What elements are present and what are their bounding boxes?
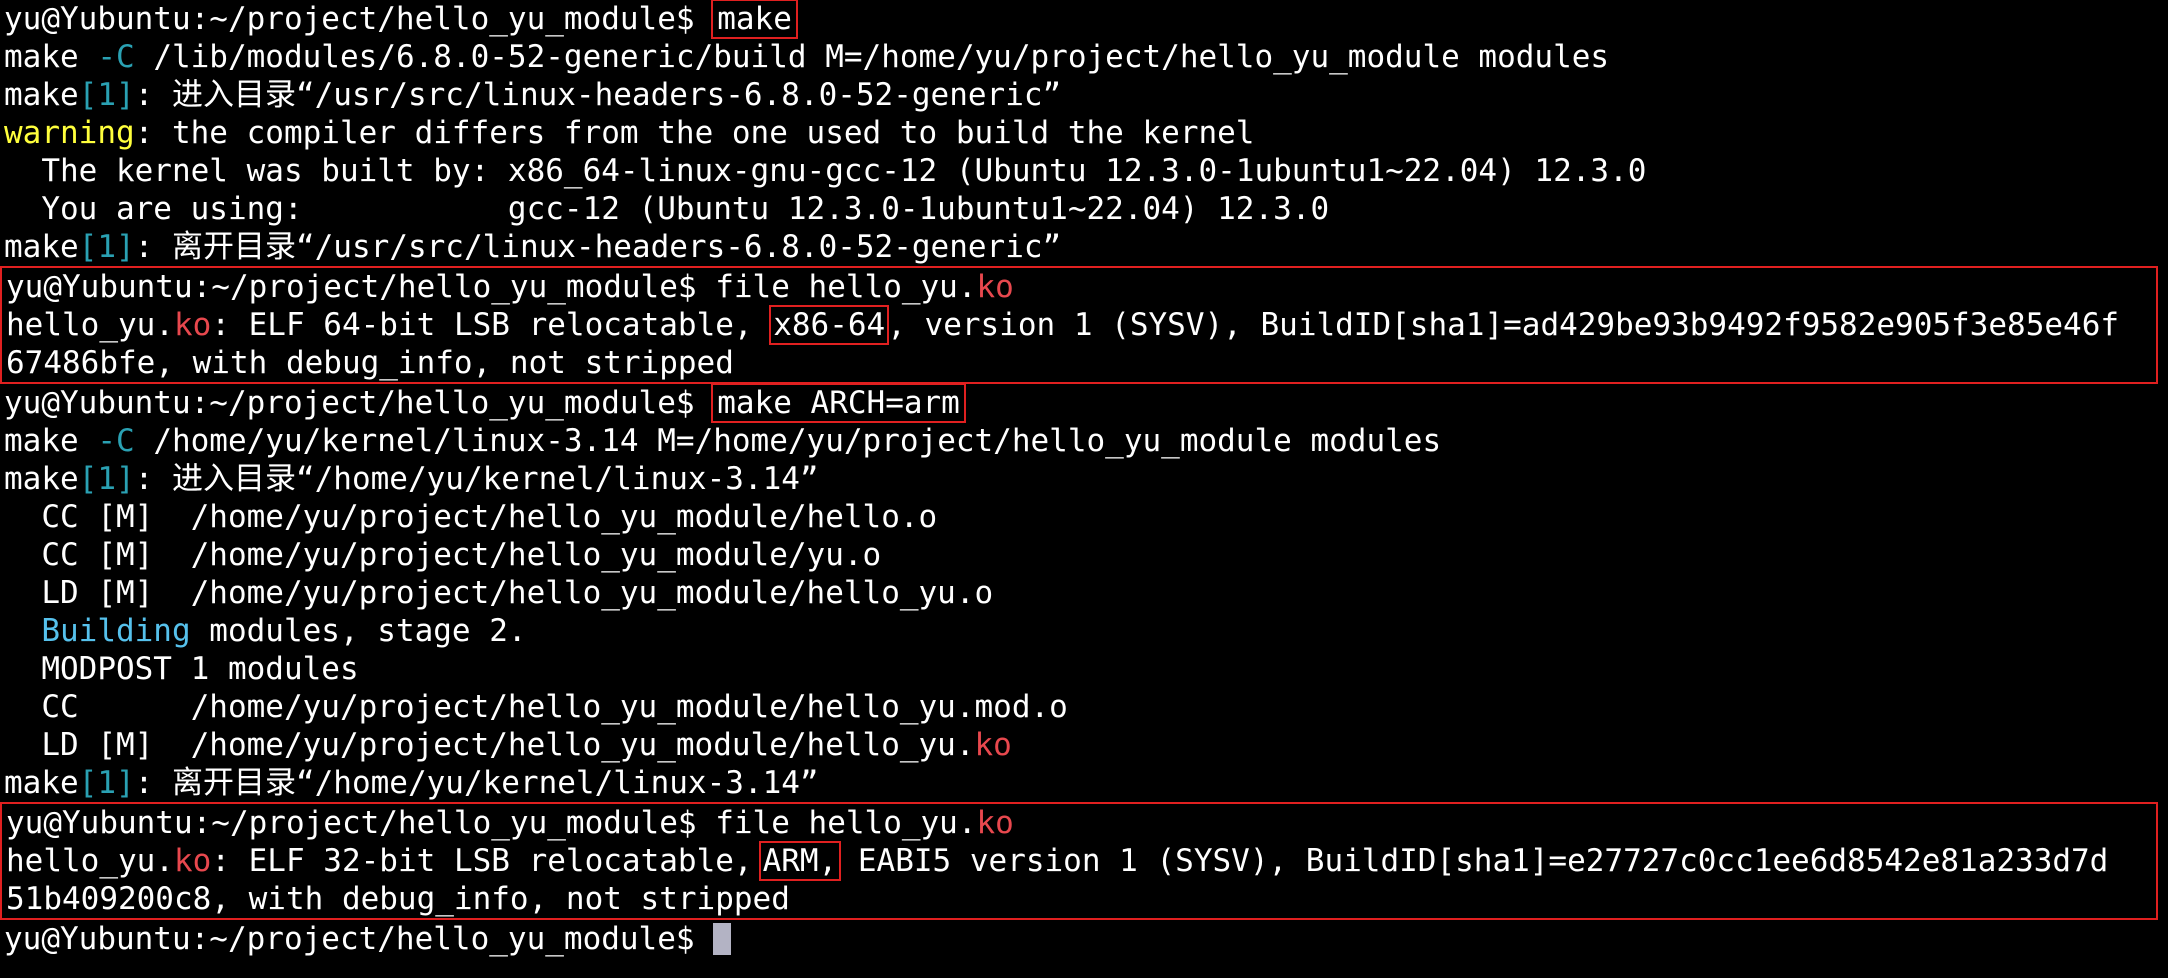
terminal-line: 51b409200c8, with debug_info, not stripp… [6, 881, 790, 917]
shell-prompt: yu@Yubuntu:~/project/hello_yu_module$ [4, 921, 714, 957]
output-text: make [4, 461, 79, 497]
terminal-line: hello_yu.ko: ELF 32-bit LSB relocatable,… [6, 841, 2156, 881]
terminal-line: make[1]: 进入目录“/usr/src/linux-headers-6.8… [4, 76, 2168, 114]
shell-prompt: yu@Yubuntu:~/project/hello_yu_module$ [6, 805, 716, 841]
text-cursor[interactable] [713, 923, 732, 955]
output-text: modules, stage 2. [190, 613, 527, 649]
output-text: , version 1 (SYSV), BuildID[sha1]=ad429b… [887, 307, 2120, 343]
terminal-line: yu@Yubuntu:~/project/hello_yu_module$ ma… [4, 0, 2168, 39]
terminal-line: You are using: gcc-12 (Ubuntu 12.3.0-1ub… [4, 191, 1330, 227]
make-level: [1] [78, 461, 135, 497]
terminal-line: hello_yu.ko: ELF 64-bit LSB relocatable,… [6, 305, 2156, 345]
ko-extension: ko [173, 307, 212, 343]
output-text: : 进入目录“/home/yu/kernel/linux-3.14” [134, 461, 819, 497]
terminal-line: make -C /home/yu/kernel/linux-3.14 M=/ho… [4, 422, 2168, 460]
building-label: Building [41, 613, 191, 649]
output-text: : 进入目录“/usr/src/linux-headers-6.8.0-52-g… [134, 77, 1062, 113]
output-text: make [4, 77, 79, 113]
option-flag: -C [97, 423, 135, 459]
highlight-box-x86: yu@Yubuntu:~/project/hello_yu_module$ fi… [0, 266, 2158, 384]
output-text: LD [M] /home/yu/project/hello_yu_module/… [4, 727, 975, 763]
ko-extension: ko [974, 727, 1012, 763]
command-text: file hello_yu. [715, 805, 977, 841]
output-text: : ELF 32-bit LSB relocatable, [211, 843, 753, 879]
terminal-line: Building modules, stage 2. [4, 612, 2168, 650]
terminal-line: MODPOST 1 modules [4, 651, 359, 687]
terminal-line: yu@Yubuntu:~/project/hello_yu_module$ fi… [6, 268, 2156, 306]
ko-extension: ko [976, 805, 1014, 841]
terminal-line: make[1]: 离开目录“/home/yu/kernel/linux-3.14… [4, 764, 2168, 802]
highlighted-command: make [711, 0, 798, 39]
output-text: make [4, 39, 98, 75]
terminal-line: CC /home/yu/project/hello_yu_module/hell… [4, 689, 1068, 725]
output-text: : 离开目录“/home/yu/kernel/linux-3.14” [134, 765, 819, 801]
terminal-line: make -C /lib/modules/6.8.0-52-generic/bu… [4, 38, 2168, 76]
option-flag: -C [97, 39, 135, 75]
terminal-line: make[1]: 离开目录“/usr/src/linux-headers-6.8… [4, 228, 2168, 266]
terminal-line: yu@Yubuntu:~/project/hello_yu_module$ ma… [4, 383, 2168, 423]
terminal-line: CC [M] /home/yu/project/hello_yu_module/… [4, 537, 882, 573]
command-text: file hello_yu. [715, 269, 977, 305]
terminal-line: The kernel was built by: x86_64-linux-gn… [4, 153, 1647, 189]
highlight-box-arm: yu@Yubuntu:~/project/hello_yu_module$ fi… [0, 802, 2158, 920]
shell-prompt: yu@Yubuntu:~/project/hello_yu_module$ [4, 1, 714, 37]
output-text: hello_yu. [6, 307, 174, 343]
output-text: /home/yu/kernel/linux-3.14 M=/home/yu/pr… [134, 423, 1442, 459]
output-text: make [4, 765, 79, 801]
output-text: /lib/modules/6.8.0-52-generic/build M=/h… [134, 39, 1610, 75]
terminal-line[interactable]: yu@Yubuntu:~/project/hello_yu_module$ [4, 920, 2168, 958]
ko-extension: ko [976, 269, 1014, 305]
terminal-line: LD [M] /home/yu/project/hello_yu_module/… [4, 726, 2168, 764]
arch-highlight: ARM, [758, 841, 842, 881]
terminal-output[interactable]: yu@Yubuntu:~/project/hello_yu_module$ ma… [0, 0, 2168, 978]
make-level: [1] [78, 765, 135, 801]
warning-label: warning [4, 115, 135, 151]
output-text: : 离开目录“/usr/src/linux-headers-6.8.0-52-g… [134, 229, 1062, 265]
highlighted-command: make ARCH=arm [711, 383, 966, 423]
shell-prompt: yu@Yubuntu:~/project/hello_yu_module$ [4, 385, 714, 421]
output-text: : the compiler differs from the one used… [134, 115, 1255, 151]
terminal-line: warning: the compiler differs from the o… [4, 114, 2168, 152]
output-text: EABI5 version 1 (SYSV), BuildID[sha1]=e2… [839, 843, 2109, 879]
terminal-line: yu@Yubuntu:~/project/hello_yu_module$ fi… [6, 804, 2156, 842]
output-text: make [4, 229, 79, 265]
terminal-line: CC [M] /home/yu/project/hello_yu_module/… [4, 499, 938, 535]
shell-prompt: yu@Yubuntu:~/project/hello_yu_module$ [6, 269, 716, 305]
output-text: hello_yu. [6, 843, 174, 879]
arch-highlight: x86-64 [769, 305, 890, 345]
make-level: [1] [78, 229, 135, 265]
terminal-line: make[1]: 进入目录“/home/yu/kernel/linux-3.14… [4, 460, 2168, 498]
output-text: make [4, 423, 98, 459]
terminal-line: LD [M] /home/yu/project/hello_yu_module/… [4, 575, 994, 611]
output-text: : ELF 64-bit LSB relocatable, [211, 307, 772, 343]
ko-extension: ko [173, 843, 212, 879]
make-level: [1] [78, 77, 135, 113]
terminal-line: 67486bfe, with debug_info, not stripped [6, 345, 734, 381]
